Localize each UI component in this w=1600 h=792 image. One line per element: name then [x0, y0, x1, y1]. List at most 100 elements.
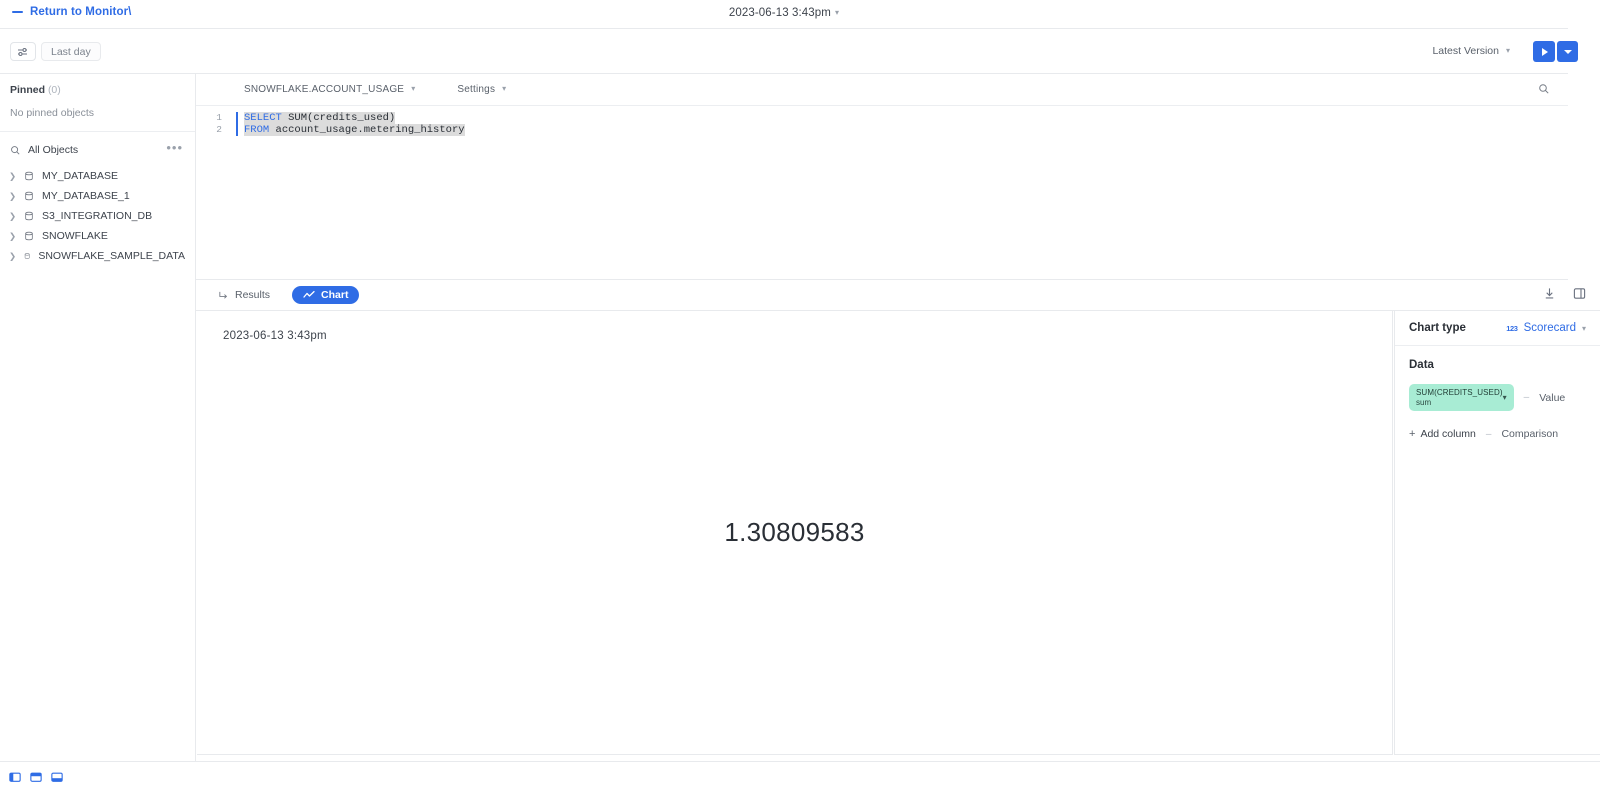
page-title[interactable]: 2023-06-13 3:43pm ▾	[0, 7, 1568, 19]
tab-chart[interactable]: Chart	[292, 286, 360, 304]
database-icon	[24, 253, 30, 259]
comparison-row: + Add column – Comparison	[1409, 428, 1586, 440]
tree-item-label: SNOWFLAKE	[42, 230, 108, 242]
status-bar	[0, 761, 1600, 792]
data-section: Data SUM(CREDITS_USED) sum ▾ – Value + A…	[1395, 346, 1600, 440]
row-dash: –	[1523, 392, 1530, 403]
schema-label: SNOWFLAKE.ACCOUNT_USAGE	[244, 84, 405, 95]
tree-item-snowflake-sample-data[interactable]: ❯ SNOWFLAKE_SAMPLE_DATA	[0, 246, 195, 266]
settings-label: Settings	[457, 84, 496, 95]
plus-icon: +	[1409, 428, 1416, 440]
sql-keyword: FROM	[244, 124, 270, 136]
pinned-empty-text: No pinned objects	[10, 107, 95, 119]
schema-select[interactable]: SNOWFLAKE.ACCOUNT_USAGE ▾	[244, 84, 415, 95]
bottom-panel-toggle[interactable]	[51, 771, 63, 783]
chevron-down-icon	[1563, 49, 1572, 54]
code-text: SELECT SUM(credits_used)	[236, 112, 396, 124]
sql-text: account_usage.metering_history	[269, 124, 465, 136]
column-pill[interactable]: SUM(CREDITS_USED) sum ▾	[1409, 384, 1514, 411]
version-select[interactable]: Latest Version ▾	[1432, 45, 1510, 57]
left-panel-icon	[9, 772, 21, 782]
code-area[interactable]: 1 SELECT SUM(credits_used) 2 FROM accoun…	[196, 106, 1568, 136]
chevron-right-icon[interactable]: ❯	[9, 191, 16, 202]
chevron-right-icon[interactable]: ❯	[9, 211, 16, 222]
more-options-icon[interactable]: •••	[166, 141, 183, 154]
top-panel-toggle[interactable]	[30, 771, 42, 783]
tree-item-label: MY_DATABASE_1	[42, 190, 130, 202]
code-line: 1 SELECT SUM(credits_used)	[196, 112, 1568, 124]
tree-item-s3-integration-db[interactable]: ❯ S3_INTEGRATION_DB	[0, 206, 195, 226]
top-bar: Return to Monitor\ 2023-06-13 3:43pm ▾	[0, 0, 1568, 29]
run-button[interactable]	[1533, 41, 1555, 62]
tree-item-label: S3_INTEGRATION_DB	[42, 210, 153, 222]
tree-item-my-database[interactable]: ❯ MY_DATABASE	[0, 166, 195, 186]
sql-keyword: SELECT	[244, 112, 282, 124]
pinned-label: Pinned	[10, 84, 46, 96]
chart-type-label: Chart type	[1409, 322, 1466, 334]
chevron-down-icon: ▾	[1581, 323, 1586, 333]
cursor-marker	[236, 112, 238, 124]
database-icon	[25, 211, 33, 221]
add-column-button[interactable]: + Add column	[1409, 428, 1476, 440]
code-text: FROM account_usage.metering_history	[236, 124, 465, 136]
settings-select[interactable]: Settings ▾	[457, 84, 506, 95]
code-line: 2 FROM account_usage.metering_history	[196, 124, 1568, 136]
tab-chart-label: Chart	[321, 289, 349, 301]
results-tab-bar: Results Chart	[196, 280, 1600, 311]
chart-config-panel: Chart type 123 Scorecard ▾ Data SUM(CRED…	[1394, 311, 1600, 755]
tree-item-snowflake[interactable]: ❯ SNOWFLAKE	[0, 226, 195, 246]
version-label: Latest Version	[1432, 45, 1499, 57]
cursor-marker	[236, 124, 238, 136]
filter-settings-button[interactable]	[10, 42, 36, 61]
download-icon	[1545, 288, 1554, 299]
tree-item-label: MY_DATABASE	[42, 170, 119, 182]
data-section-title: Data	[1409, 359, 1434, 371]
database-icon	[25, 231, 33, 241]
chevron-down-icon: ▾	[1502, 393, 1507, 402]
chart-type-select[interactable]: 123 Scorecard ▾	[1506, 322, 1586, 334]
toolbar	[0, 29, 1568, 74]
search-icon	[1539, 84, 1549, 94]
time-range-chip[interactable]: Last day	[41, 42, 101, 61]
value-column-row: SUM(CREDITS_USED) sum ▾ – Value	[1409, 384, 1586, 411]
left-panel-toggle[interactable]	[9, 771, 21, 783]
scorecard-value: 1.30809583	[724, 517, 865, 547]
chevron-down-icon: ▾	[411, 84, 416, 93]
chevron-down-icon: ▾	[834, 8, 840, 17]
bottom-panel-icon	[51, 772, 63, 782]
database-icon	[25, 171, 33, 181]
pinned-count: (0)	[47, 84, 61, 96]
app-root: Return to Monitor\ 2023-06-13 3:43pm ▾ La…	[0, 0, 1600, 792]
row-dash: –	[1485, 428, 1492, 440]
run-button-group	[1533, 41, 1578, 62]
page-title-text: 2023-06-13 3:43pm	[728, 7, 831, 19]
editor-search-button[interactable]	[1538, 82, 1550, 100]
chevron-down-icon: ▾	[1505, 46, 1510, 55]
line-chart-icon	[303, 290, 315, 298]
tab-results[interactable]: Results	[210, 286, 278, 304]
all-objects-header[interactable]: All Objects •••	[0, 132, 195, 166]
scorecard-123-icon: 123	[1506, 323, 1518, 333]
chart-type-row: Chart type 123 Scorecard ▾	[1395, 311, 1600, 346]
tree-item-my-database-1[interactable]: ❯ MY_DATABASE_1	[0, 186, 195, 206]
all-objects-label: All Objects	[28, 144, 79, 156]
tab-results-label: Results	[235, 289, 271, 301]
editor-header: SNOWFLAKE.ACCOUNT_USAGE ▾ Settings ▾	[196, 74, 1568, 106]
download-button[interactable]	[1543, 287, 1556, 300]
split-panel-icon	[1573, 288, 1586, 299]
line-number: 1	[216, 112, 222, 123]
arrow-return-icon	[219, 291, 228, 299]
run-options-button[interactable]	[1557, 41, 1578, 62]
chart-type-value: Scorecard	[1523, 322, 1576, 334]
chart-canvas: 2023-06-13 3:43pm 1.30809583	[197, 311, 1393, 755]
chevron-right-icon[interactable]: ❯	[9, 251, 16, 262]
chevron-down-icon: ▾	[502, 84, 507, 93]
chevron-right-icon[interactable]: ❯	[9, 171, 16, 182]
split-panel-button[interactable]	[1573, 287, 1586, 300]
object-browser-sidebar: Pinned (0) No pinned objects All Objects…	[0, 74, 196, 761]
sql-text: SUM(credits_used)	[281, 112, 396, 124]
chevron-right-icon[interactable]: ❯	[9, 231, 16, 242]
search-icon	[11, 145, 20, 154]
pinned-section-header: Pinned (0)	[0, 74, 195, 96]
sql-editor: SNOWFLAKE.ACCOUNT_USAGE ▾ Settings ▾ 1 SEL…	[196, 74, 1568, 280]
